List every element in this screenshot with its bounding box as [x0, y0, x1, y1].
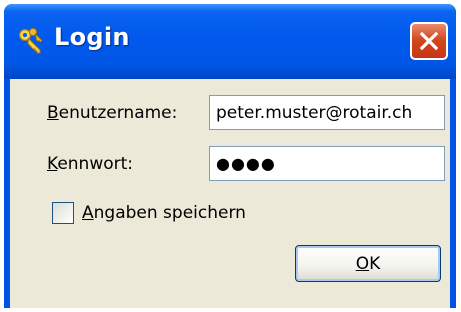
username-label: Benutzername:: [47, 103, 177, 123]
username-label-text: enutzername:: [58, 103, 178, 123]
password-value: ●●●●: [216, 154, 276, 173]
ok-button-mnemonic: O: [355, 253, 370, 274]
remember-label[interactable]: Angaben speichern: [82, 203, 246, 223]
window-title: Login: [54, 23, 130, 51]
remember-label-mnemonic: A: [82, 203, 94, 223]
remember-checkbox[interactable]: [52, 202, 74, 224]
ok-button-label: K: [369, 253, 381, 274]
login-dialog: Login Benutzername: peter.muster@rotair.…: [4, 4, 456, 308]
close-button[interactable]: [410, 22, 448, 60]
password-input[interactable]: ●●●●: [209, 146, 445, 181]
ok-button[interactable]: OK: [295, 245, 441, 282]
password-label-text: ennwort:: [57, 154, 134, 174]
title-bar[interactable]: Login: [4, 4, 456, 79]
password-label-mnemonic: K: [47, 154, 58, 174]
username-label-mnemonic: B: [47, 103, 59, 123]
keys-icon: [18, 27, 43, 54]
password-label: Kennwort:: [47, 154, 133, 174]
username-value: peter.muster@rotair.ch: [216, 102, 413, 123]
username-input[interactable]: peter.muster@rotair.ch: [209, 95, 445, 130]
remember-label-text: ngaben speichern: [93, 203, 246, 223]
close-icon: [419, 31, 439, 51]
dialog-body: Benutzername: peter.muster@rotair.ch Ken…: [10, 79, 450, 308]
